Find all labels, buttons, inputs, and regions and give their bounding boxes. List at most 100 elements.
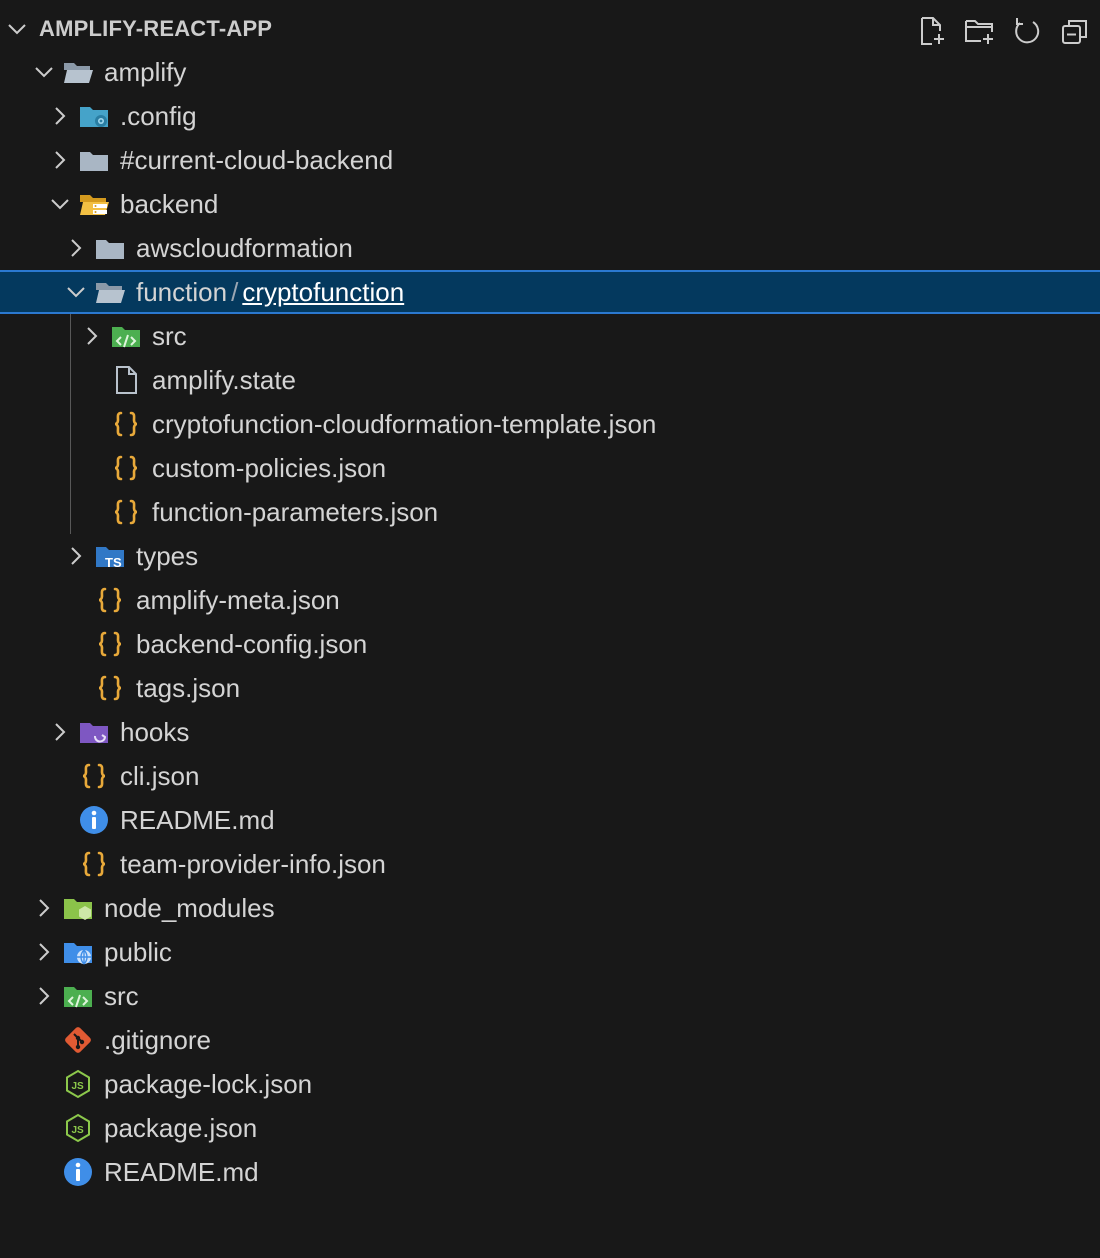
- item-label: function-parameters.json: [152, 496, 439, 527]
- file-item-tags-json[interactable]: tags.json: [0, 666, 1100, 710]
- folder-icon: [78, 144, 110, 176]
- file-item-amplify-meta-json[interactable]: amplify-meta.json: [0, 578, 1100, 622]
- file-item-gitignore[interactable]: .gitignore: [0, 1018, 1100, 1062]
- item-label: types: [136, 540, 199, 571]
- file-tree: amplify .config #current-cloud-backend back…: [0, 50, 1100, 1194]
- info-icon: [62, 1156, 94, 1188]
- item-label: node_modules: [104, 892, 275, 923]
- folder-node-icon: [62, 892, 94, 924]
- folder-item-awscloudformation[interactable]: awscloudformation: [0, 226, 1100, 270]
- file-item-custom-policies-json[interactable]: custom-policies.json: [0, 446, 1100, 490]
- json-icon: [94, 628, 126, 660]
- explorer-header[interactable]: AMPLIFY-REACT-APP: [0, 6, 1100, 50]
- chevron-down-icon[interactable]: [48, 192, 72, 216]
- json-icon: [110, 452, 142, 484]
- item-label: hooks: [120, 716, 190, 747]
- svg-text:JS: JS: [72, 1081, 85, 1092]
- folder-item-backend[interactable]: backend: [0, 182, 1100, 226]
- refresh-button[interactable]: [1010, 14, 1044, 48]
- collapse-all-button[interactable]: [1058, 14, 1092, 48]
- folder-item-node-modules[interactable]: node_modules: [0, 886, 1100, 930]
- folder-open-icon: [62, 56, 94, 88]
- item-label: amplify-meta.json: [136, 584, 340, 615]
- item-label: .config: [120, 100, 197, 131]
- info-icon: [78, 804, 110, 836]
- new-folder-button[interactable]: [962, 14, 996, 48]
- file-icon: [110, 364, 142, 396]
- compact-folder-segment[interactable]: cryptofunction: [242, 277, 404, 308]
- file-item-cli-json[interactable]: cli.json: [0, 754, 1100, 798]
- chevron-right-icon[interactable]: [32, 896, 56, 920]
- nodejs-icon: JS: [62, 1068, 94, 1100]
- folder-item-function[interactable]: function / cryptofunction: [0, 270, 1100, 314]
- folder-item-hooks[interactable]: hooks: [0, 710, 1100, 754]
- file-item-package-lock-json[interactable]: JS package-lock.json: [0, 1062, 1100, 1106]
- item-label: README.md: [120, 804, 275, 835]
- file-item-package-json[interactable]: JS package.json: [0, 1106, 1100, 1150]
- collapse-all-icon: [1062, 20, 1087, 44]
- folder-src-icon: [110, 320, 142, 352]
- json-icon: [94, 584, 126, 616]
- file-item-backend-config-json[interactable]: backend-config.json: [0, 622, 1100, 666]
- file-item-function-parameters-json[interactable]: function-parameters.json: [0, 490, 1100, 534]
- json-icon: [78, 760, 110, 792]
- chevron-right-icon[interactable]: [48, 104, 72, 128]
- chevron-right-icon[interactable]: [48, 148, 72, 172]
- svg-text:TS: TS: [105, 555, 122, 570]
- item-label: function: [136, 276, 228, 307]
- item-label: amplify: [104, 56, 187, 87]
- item-label: .gitignore: [104, 1024, 211, 1055]
- compact-folder-separator: /: [231, 276, 239, 307]
- folder-item-config[interactable]: .config: [0, 94, 1100, 138]
- explorer-actions: [914, 14, 1092, 48]
- chevron-right-icon[interactable]: [64, 236, 88, 260]
- file-item-team-provider-info-json[interactable]: team-provider-info.json: [0, 842, 1100, 886]
- item-label: tags.json: [136, 672, 241, 703]
- item-label: amplify.state: [152, 364, 297, 395]
- folder-hooks-icon: [78, 716, 110, 748]
- file-item-amplify-state[interactable]: amplify.state: [0, 358, 1100, 402]
- svg-text:JS: JS: [72, 1125, 85, 1136]
- file-item-cryptofunction-cloudformation-template-json[interactable]: cryptofunction-cloudformation-template.j…: [0, 402, 1100, 446]
- folder-item-types[interactable]: TS types: [0, 534, 1100, 578]
- folder-item-src[interactable]: src: [0, 974, 1100, 1018]
- json-icon: [110, 408, 142, 440]
- chevron-right-icon[interactable]: [48, 720, 72, 744]
- chevron-down-icon[interactable]: [6, 18, 28, 40]
- item-label: package.json: [104, 1112, 258, 1143]
- folder-src-icon: [62, 980, 94, 1012]
- chevron-right-icon[interactable]: [32, 984, 56, 1008]
- item-label: package-lock.json: [104, 1068, 313, 1099]
- item-label: team-provider-info.json: [120, 848, 386, 879]
- file-item-readme-md[interactable]: README.md: [0, 798, 1100, 842]
- item-label: public: [104, 936, 172, 967]
- chevron-down-icon[interactable]: [32, 60, 56, 84]
- file-item-readme-md[interactable]: README.md: [0, 1150, 1100, 1194]
- chevron-down-icon[interactable]: [64, 280, 88, 304]
- item-label: cli.json: [120, 760, 200, 791]
- chevron-right-icon[interactable]: [80, 324, 104, 348]
- item-label: README.md: [104, 1156, 259, 1187]
- chevron-right-icon[interactable]: [32, 940, 56, 964]
- folder-item-amplify[interactable]: amplify: [0, 50, 1100, 94]
- json-icon: [94, 672, 126, 704]
- folder-item-public[interactable]: public: [0, 930, 1100, 974]
- new-file-button[interactable]: [914, 14, 948, 48]
- item-label: src: [104, 980, 139, 1011]
- folder-item-src[interactable]: src: [0, 314, 1100, 358]
- folder-item-current-cloud-backend[interactable]: #current-cloud-backend: [0, 138, 1100, 182]
- chevron-right-icon[interactable]: [64, 544, 88, 568]
- folder-public-icon: [62, 936, 94, 968]
- explorer-title: AMPLIFY-REACT-APP: [39, 16, 273, 41]
- folder-config-icon: [78, 100, 110, 132]
